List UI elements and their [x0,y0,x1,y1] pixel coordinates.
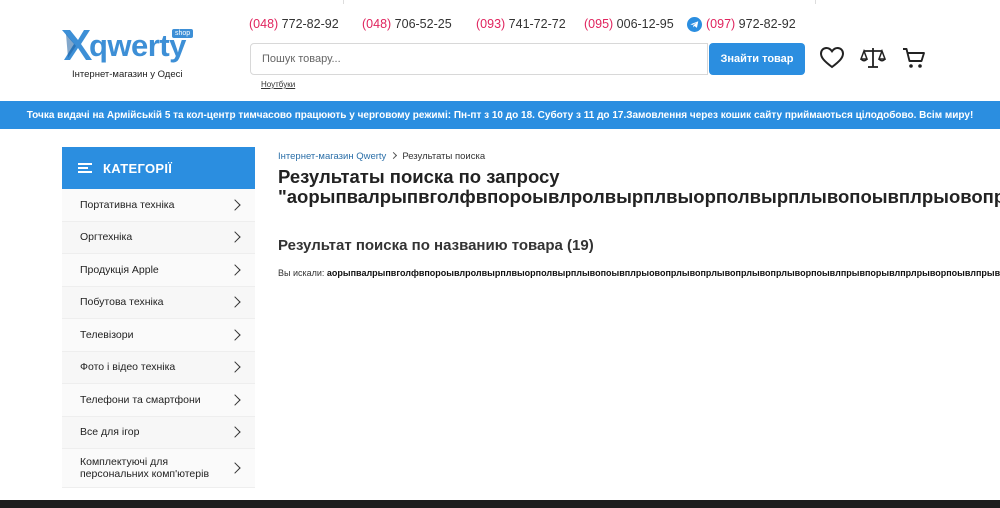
page-title: Результаты поиска по запросу "аорыпвалры… [278,167,1000,207]
searched-query: аорыпвалрыпвголфвпороывлролвырплвыорполв… [326,268,1000,278]
scales-icon[interactable] [860,45,886,71]
chevron-right-icon [229,394,241,406]
search-hint-link[interactable]: Ноутбуки [261,80,295,89]
phone-code: (095) [584,17,614,31]
announcement-text: Точка видачі на Армійській 5 та кол-цент… [26,109,974,121]
telegram-icon[interactable] [687,17,702,32]
phone-link[interactable]: (093) 741-72-72 [476,17,566,31]
site-header: qwerty shop Інтернет-магазин у Одесі (04… [0,0,1000,101]
announcement-banner: Точка видачі на Армійській 5 та кол-цент… [0,101,1000,129]
category-list: Портативна техніка Оргтехніка Продукція … [62,189,255,488]
menu-icon [78,163,92,173]
category-label: Телефони та смартфони [80,393,201,406]
category-title: КАТЕГОРІЇ [103,160,173,176]
category-label: Оргтехніка [80,231,133,244]
phone-number: 741-72-72 [505,17,566,31]
chevron-right-icon [229,462,241,474]
phone-link[interactable]: (048) 772-82-92 [249,17,339,31]
chevron-right-icon [229,231,241,243]
chevron-right-icon [229,199,241,211]
phone-number: 772-82-92 [278,17,339,31]
search-box [250,43,708,75]
page-title-line1: Результаты поиска по запросу [278,166,560,187]
searched-label: Вы искали: [278,268,327,278]
heart-icon[interactable] [819,45,845,71]
divider [815,0,816,4]
chevron-right-icon [390,151,398,160]
category-label: Портативна техніка [80,198,175,211]
category-item[interactable]: Оргтехніка [62,221,255,254]
os-taskbar [0,500,1000,508]
breadcrumb-home-link[interactable]: Інтернет-магазин Qwerty [278,151,386,162]
chevron-right-icon [229,296,241,308]
category-item[interactable]: Портативна техніка [62,189,255,222]
phone-number: 706-52-25 [391,17,452,31]
logo-badge: shop [172,29,194,38]
result-count-title: Результат поиска по названию товара (19) [278,237,594,254]
phone-link[interactable]: (097) 972-82-92 [706,17,796,31]
category-label: Побутова техніка [80,296,164,309]
category-header[interactable]: КАТЕГОРІЇ [62,147,255,189]
category-item[interactable]: Телевізори [62,319,255,352]
category-item[interactable]: Все для ігор [62,416,255,449]
phone-number: 006-12-95 [613,17,674,31]
breadcrumb: Інтернет-магазин Qwerty Результаты поиска [278,151,485,162]
phone-code: (048) [249,17,279,31]
category-item[interactable]: Телефони та смартфони [62,384,255,417]
category-item[interactable]: Продукція Apple [62,254,255,287]
breadcrumb-current: Результаты поиска [402,151,486,162]
category-item[interactable]: Комплектуючі для персональних комп'ютері… [62,449,255,488]
searched-query-line: Вы искали: аорыпвалрыпвголфвпороывлролвы… [278,268,1000,278]
phone-code: (097) [706,17,736,31]
phone-link[interactable]: (095) 006-12-95 [584,17,674,31]
category-label: Продукція Apple [80,263,159,276]
search-button[interactable]: Знайти товар [709,43,805,75]
phone-code: (048) [362,17,392,31]
chevron-right-icon [229,329,241,341]
cart-icon[interactable] [901,45,927,71]
category-label: Комплектуючі для персональних комп'ютері… [80,455,210,480]
category-item[interactable]: Фото і відео техніка [62,351,255,384]
chevron-right-icon [229,361,241,373]
category-sidebar: КАТЕГОРІЇ Портативна техніка Оргтехніка … [62,147,255,492]
category-label: Телевізори [80,328,134,341]
divider [343,0,344,4]
logo-tagline: Інтернет-магазин у Одесі [72,69,183,80]
phone-code: (093) [476,17,506,31]
chevron-right-icon [229,264,241,276]
phone-number: 972-82-92 [735,17,796,31]
page-title-line2: "аорыпвалрыпвголфвпороывлролвырплвыорпол… [278,186,1000,207]
category-item[interactable]: Побутова техніка [62,286,255,319]
category-label: Фото і відео техніка [80,361,176,374]
category-label: Все для ігор [80,426,140,439]
chevron-right-icon [229,426,241,438]
main-content: Інтернет-магазин Qwerty Результаты поиска… [278,147,1000,497]
phone-link[interactable]: (048) 706-52-25 [362,17,452,31]
search-input[interactable] [251,44,707,74]
site-logo[interactable]: qwerty shop Інтернет-магазин у Одесі [60,26,200,86]
